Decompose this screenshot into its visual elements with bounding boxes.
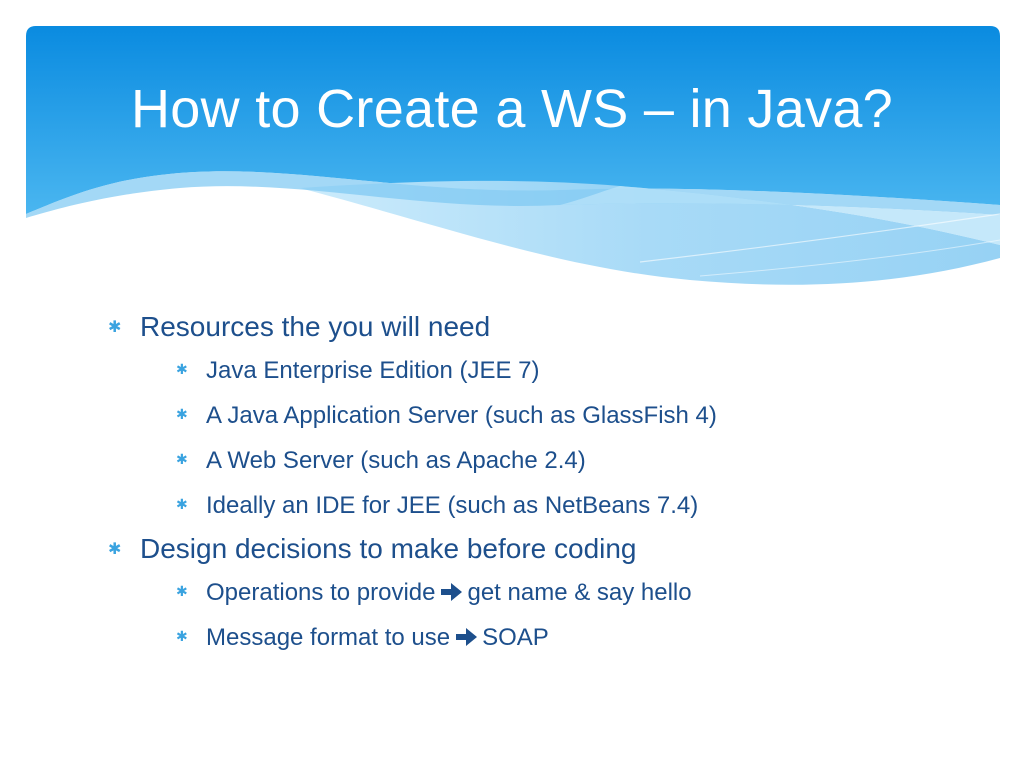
bullet-list: ✱ Resources the you will need ✱ Java Ent… (106, 306, 966, 660)
asterisk-bullet-icon: ✱ (176, 452, 188, 468)
slide: How to Create a WS – in Java? ✱ Resource… (0, 0, 1024, 768)
sub-bullet-text: A Java Application Server (such as Glass… (206, 402, 717, 429)
sub-bullet-list: ✱ Operations to provide get name & say he… (140, 570, 966, 660)
sub-bullet-text-before: Message format to use (206, 624, 451, 651)
sub-bullet-text-before: Operations to provide (206, 579, 436, 606)
slide-title: How to Create a WS – in Java? (130, 79, 894, 139)
asterisk-bullet-icon: ✱ (176, 584, 188, 600)
header-wave-banner (26, 26, 1001, 285)
sub-bullet-item: ✱ Operations to provide get name & say he… (174, 570, 966, 615)
sub-bullet-list: ✱ Java Enterprise Edition (JEE 7) ✱ A Ja… (140, 348, 966, 528)
bullet-item-design-decisions: ✱ Design decisions to make before coding… (106, 528, 966, 660)
sub-bullet-row: Operations to provide get name & say hell… (206, 570, 966, 615)
bullet-text: Resources the you will need (140, 311, 491, 342)
sub-bullet-text: A Web Server (such as Apache 2.4) (206, 447, 586, 474)
sub-bullet-row: Message format to use SOAP (206, 615, 966, 660)
bullet-list-container: ✱ Resources the you will need ✱ Java Ent… (106, 306, 966, 660)
sub-bullet-item: ✱ Java Enterprise Edition (JEE 7) (174, 348, 966, 393)
asterisk-bullet-icon: ✱ (108, 539, 122, 558)
asterisk-bullet-icon: ✱ (108, 317, 122, 336)
sub-bullet-item: ✱ A Java Application Server (such as Gla… (174, 393, 966, 438)
asterisk-bullet-icon: ✱ (176, 497, 188, 513)
bullet-text: Design decisions to make before coding (140, 533, 637, 564)
bullet-item-resources: ✱ Resources the you will need ✱ Java Ent… (106, 306, 966, 528)
sub-bullet-item: ✱ Message format to use SOAP (174, 615, 966, 660)
sub-bullet-item: ✱ Ideally an IDE for JEE (such as NetBea… (174, 483, 966, 528)
asterisk-bullet-icon: ✱ (176, 362, 188, 378)
sub-bullet-text-after: SOAP (482, 624, 549, 651)
bold-right-arrow-icon (456, 627, 478, 646)
sub-bullet-text-after: get name & say hello (467, 579, 692, 606)
bold-right-arrow-icon (441, 582, 463, 601)
sub-bullet-item: ✱ A Web Server (such as Apache 2.4) (174, 438, 966, 483)
asterisk-bullet-icon: ✱ (176, 629, 188, 645)
asterisk-bullet-icon: ✱ (176, 407, 188, 423)
sub-bullet-text: Ideally an IDE for JEE (such as NetBeans… (206, 492, 699, 519)
sub-bullet-text: Java Enterprise Edition (JEE 7) (206, 357, 540, 384)
